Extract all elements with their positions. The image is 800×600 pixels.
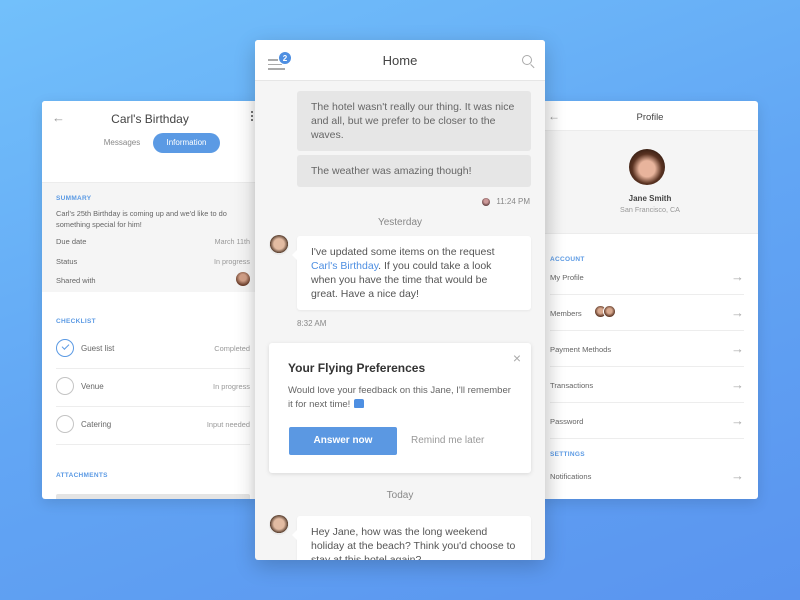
arrow-right-icon: → [731, 377, 744, 392]
attachments-label: ATTACHMENTS [56, 472, 108, 479]
menu-item-payment-methods[interactable]: Payment Methods → [550, 331, 744, 367]
event-header: ← Carl's Birthday Messages Information [42, 101, 258, 183]
checklist-item-label: Guest list [81, 344, 115, 353]
unchecked-circle-icon[interactable] [56, 415, 74, 433]
status-value: In progress [214, 257, 250, 266]
summary-section: SUMMARY Carl's 25th Birthday is coming u… [42, 183, 258, 292]
attachment-placeholder[interactable] [56, 494, 250, 499]
search-icon[interactable] [522, 55, 532, 65]
menu-item-transactions[interactable]: Transactions → [550, 367, 744, 403]
chat-title: Home [382, 53, 418, 68]
sent-message: The weather was amazing though! [297, 155, 531, 187]
user-name: Jane Smith [628, 194, 672, 203]
profile-menu: ACCOUNT My Profile → Members → Payment M… [542, 234, 758, 494]
checklist-item[interactable]: Guest list Completed [56, 331, 250, 369]
feedback-body: Would love your feedback on this Jane, I… [288, 384, 513, 412]
checklist-item-status: Input needed [206, 420, 250, 429]
profile-panel: ← Profile Jane Smith San Francisco, CA A… [542, 101, 758, 499]
checklist-item-status: Completed [214, 344, 250, 353]
summary-label: SUMMARY [56, 195, 92, 202]
request-link[interactable]: Carl's Birthday [311, 260, 378, 272]
agent-avatar [269, 235, 289, 255]
shared-with-label: Shared with [56, 276, 96, 285]
close-icon[interactable]: × [513, 351, 521, 365]
profile-header: ← Profile [542, 101, 758, 131]
member-avatars [594, 305, 616, 323]
thumbs-up-icon [354, 399, 365, 408]
feedback-card: × Your Flying Preferences Would love you… [269, 343, 531, 473]
menu-item-password[interactable]: Password → [550, 403, 744, 439]
arrow-right-icon: → [731, 413, 744, 428]
checklist-item-status: In progress [213, 382, 250, 391]
checklist-item-label: Catering [81, 420, 112, 429]
status-label: Status [56, 257, 78, 266]
remind-me-later-button[interactable]: Remind me later [411, 435, 484, 446]
answer-now-button[interactable]: Answer now [289, 427, 397, 455]
message-text: I've updated some items on the request [311, 246, 495, 258]
due-date-value: March 11th [214, 237, 250, 246]
menu-item-notifications[interactable]: Notifications → [550, 458, 744, 494]
feedback-text: Would love your feedback on this Jane, I… [288, 385, 511, 410]
chat-panel: 2 Home The hotel wasn't really our thing… [255, 40, 545, 560]
account-label: ACCOUNT [550, 256, 585, 263]
checklist-item[interactable]: Venue In progress [56, 369, 250, 407]
sender-avatar [482, 197, 491, 206]
received-message: I've updated some items on the request C… [292, 236, 531, 310]
received-message: Hey Jane, how was the long weekend holid… [292, 516, 531, 560]
checklist-item-label: Venue [81, 382, 104, 391]
unchecked-circle-icon[interactable] [56, 377, 74, 395]
tab-information[interactable]: Information [153, 133, 220, 153]
shared-with-row: Shared with [56, 272, 250, 286]
message-timestamp: 8:32 AM [297, 319, 327, 328]
agent-avatar [269, 515, 289, 535]
day-divider: Yesterday [377, 217, 423, 228]
tab-messages[interactable]: Messages [92, 133, 152, 153]
checklist-item[interactable]: Catering Input needed [56, 407, 250, 445]
feedback-title: Your Flying Preferences [288, 361, 426, 375]
arrow-right-icon: → [731, 269, 744, 284]
user-avatar[interactable] [629, 149, 665, 185]
timestamp-text: 11:24 PM [496, 197, 530, 206]
arrow-right-icon: → [731, 341, 744, 356]
arrow-right-icon: → [731, 305, 744, 320]
user-location: San Francisco, CA [620, 205, 680, 214]
menu-item-my-profile[interactable]: My Profile → [550, 263, 744, 295]
settings-label: SETTINGS [550, 451, 585, 458]
message-timestamp: 11:24 PM [482, 197, 530, 206]
event-title: Carl's Birthday [111, 112, 189, 126]
arrow-right-icon: → [731, 468, 744, 483]
chat-header: 2 Home [255, 40, 545, 81]
sent-message: The hotel wasn't really our thing. It wa… [297, 91, 531, 151]
status-row: Status In progress [56, 257, 250, 266]
profile-summary: Jane Smith San Francisco, CA [542, 131, 758, 234]
day-divider: Today [386, 490, 414, 501]
profile-title: Profile [636, 112, 664, 123]
checklist-section: CHECKLIST Guest list Completed Venue In … [42, 292, 258, 445]
summary-text: Carl's 25th Birthday is coming up and we… [56, 209, 227, 229]
checked-circle-icon[interactable] [56, 339, 74, 357]
event-details-panel: ← Carl's Birthday Messages Information S… [42, 101, 258, 499]
panel-shadow [542, 101, 562, 499]
checklist-label: CHECKLIST [56, 318, 96, 325]
member-avatar [603, 305, 616, 318]
menu-item-members[interactable]: Members → [550, 295, 744, 331]
due-date-label: Due date [56, 237, 87, 246]
due-date-row: Due date March 11th [56, 237, 250, 246]
